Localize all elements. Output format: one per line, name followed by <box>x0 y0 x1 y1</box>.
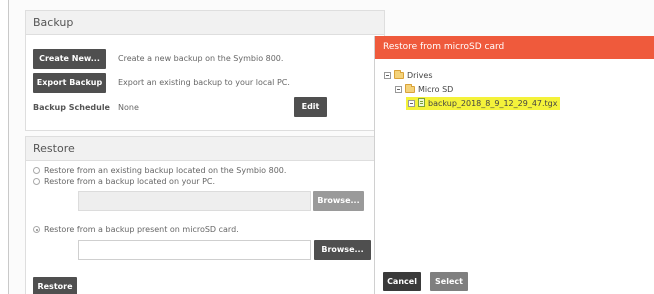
collapse-icon[interactable] <box>384 72 391 79</box>
collapse-icon[interactable] <box>408 100 415 107</box>
select-button[interactable]: Select <box>430 272 468 291</box>
create-new-button[interactable]: Create New... <box>33 49 106 69</box>
cancel-button[interactable]: Cancel <box>383 272 421 291</box>
pc-browse-button[interactable]: Browse... <box>313 191 364 211</box>
restore-button[interactable]: Restore <box>33 277 77 294</box>
restore-option-label: Restore from a backup located on your PC… <box>44 177 216 186</box>
backup-schedule-value: None <box>118 103 139 112</box>
left-divider <box>8 0 9 294</box>
folder-open-icon <box>405 84 415 93</box>
tree-node-drives[interactable]: Drives <box>384 69 560 83</box>
tree-node-label: Drives <box>407 71 433 80</box>
restore-option-label: Restore from a backup present on microSD… <box>44 225 239 234</box>
radio-button[interactable] <box>33 178 40 185</box>
restore-panel-title: Restore <box>26 137 384 161</box>
dialog-title: Restore from microSD card <box>375 36 654 59</box>
collapse-icon[interactable] <box>395 86 402 93</box>
pc-file-field[interactable] <box>78 191 311 211</box>
restore-panel: Restore Restore from an existing backup … <box>25 136 385 294</box>
restore-microsd-dialog: Restore from microSD card Drives Micro S… <box>374 36 654 294</box>
backup-schedule-label: Backup Schedule <box>33 103 110 112</box>
microsd-file-field[interactable] <box>78 240 311 260</box>
backup-panel: Backup Create New... Create a new backup… <box>25 10 385 131</box>
restore-option-label: Restore from an existing backup located … <box>44 166 287 175</box>
export-backup-button[interactable]: Export Backup <box>33 73 106 93</box>
tree-node-backup-file[interactable]: backup_2018_8_9_12_29_47.tgx <box>384 97 561 111</box>
restore-option-microsd[interactable]: Restore from a backup present on microSD… <box>33 224 239 235</box>
radio-button-selected[interactable] <box>33 226 40 233</box>
restore-option-pc[interactable]: Restore from a backup located on your PC… <box>33 176 215 187</box>
create-new-description: Create a new backup on the Symbio 800. <box>118 54 284 63</box>
microsd-browse-button[interactable]: Browse... <box>314 240 371 260</box>
selected-file-highlight[interactable]: backup_2018_8_9_12_29_47.tgx <box>406 97 561 110</box>
tree-node-label: Micro SD <box>418 85 454 94</box>
file-icon <box>418 98 425 107</box>
export-backup-description: Export an existing backup to your local … <box>118 78 290 87</box>
file-tree: Drives Micro SD backup_2018_8_9_12_29_47… <box>384 69 561 111</box>
restore-option-symbio[interactable]: Restore from an existing backup located … <box>33 165 286 176</box>
tree-node-label: backup_2018_8_9_12_29_47.tgx <box>428 99 558 108</box>
edit-schedule-button[interactable]: Edit <box>294 97 327 117</box>
backup-panel-title: Backup <box>26 11 384 35</box>
radio-button[interactable] <box>33 167 40 174</box>
tree-node-micro-sd[interactable]: Micro SD <box>384 83 560 97</box>
folder-open-icon <box>394 70 404 79</box>
